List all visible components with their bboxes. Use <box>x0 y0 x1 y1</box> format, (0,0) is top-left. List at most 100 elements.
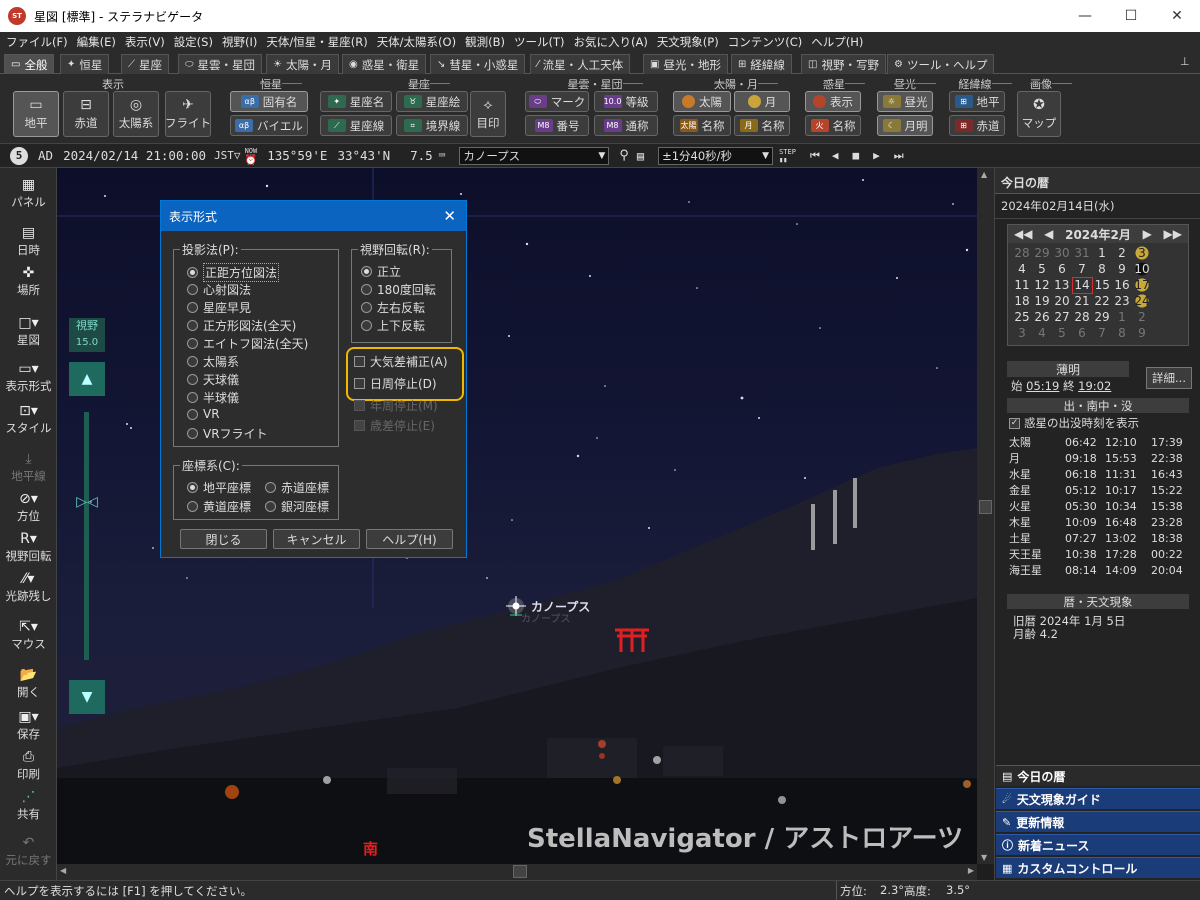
skip-forward-icon[interactable]: ⏭ <box>894 149 904 163</box>
calendar-day[interactable]: 20 <box>1052 293 1072 309</box>
search-icon[interactable]: ⚲ <box>619 148 629 163</box>
location-button[interactable]: ✜ 場所 <box>0 264 57 298</box>
view-rotation-button[interactable]: R▾ 視野回転 <box>0 530 57 564</box>
calendar-day[interactable]: 24 <box>1132 293 1152 309</box>
tab-tools[interactable]: ⚙ ツール・ヘルプ <box>887 54 995 74</box>
menu-phenomena[interactable]: 天文現象(P) <box>657 34 719 50</box>
grid-horizon-button[interactable]: ⊞ 地平 <box>949 91 1005 112</box>
moon-show-button[interactable]: 月 <box>734 91 790 112</box>
coord-radio-ecliptic[interactable]: 黄道座標 <box>187 498 251 515</box>
coord-radio-equatorial[interactable]: 赤道座標 <box>265 479 329 496</box>
star-bayer-button[interactable]: αβ バイエル <box>230 115 308 136</box>
save-button[interactable]: ▣▾ 保存 <box>0 708 57 742</box>
constellation-art-button[interactable]: ♉ 星座絵 <box>396 91 468 112</box>
diurnal-stop-checkbox[interactable]: 日周停止(D) <box>354 375 437 392</box>
menu-tools[interactable]: ツール(T) <box>514 34 565 50</box>
horizontal-scrollbar[interactable]: ◀ ▶ <box>57 864 977 880</box>
projection-radio-planisphere[interactable]: 星座早見 <box>187 299 251 316</box>
calendar-day[interactable]: 28 <box>1072 309 1092 325</box>
step-select[interactable]: ±1分40秒/秒 ▼ <box>658 146 774 165</box>
moon-name-button[interactable]: 月名称 <box>734 115 790 136</box>
menu-field[interactable]: 視野(I) <box>222 34 257 50</box>
nav-custom-control[interactable]: ▦ カスタムコントロール <box>996 857 1200 878</box>
moonlight-button[interactable]: ☾ 月明 <box>877 115 933 136</box>
next-month-icon[interactable]: ▶ <box>1143 227 1152 241</box>
projection-radio-celestial-globe[interactable]: 天球儀 <box>187 371 239 388</box>
skip-back-icon[interactable]: ⏮ <box>810 149 820 163</box>
calendar-day[interactable]: 1 <box>1092 245 1112 261</box>
calendar-day[interactable]: 8 <box>1092 261 1112 277</box>
constellation-marker-button[interactable]: ⟡ 目印 <box>470 91 506 137</box>
detail-button[interactable]: 詳細... <box>1146 367 1192 389</box>
calendar-day[interactable]: 27 <box>1052 309 1072 325</box>
calendar-day[interactable]: 28 <box>1012 245 1032 261</box>
calendar-day[interactable]: 1 <box>1112 309 1132 325</box>
annual-stop-checkbox[interactable]: 年周停止(M) <box>354 397 438 414</box>
display-format-button[interactable]: ▭▾ 表示形式 <box>0 360 57 394</box>
scroll-up-icon[interactable]: ▲ <box>981 170 987 179</box>
tab-comets[interactable]: ↘ 彗星・小惑星 <box>430 54 526 74</box>
tab-grid[interactable]: ⊞ 経緯線 <box>731 54 792 74</box>
nav-phenomena-guide[interactable]: ☄ 天文現象ガイド <box>996 788 1200 809</box>
planet-rise-checkbox[interactable]: ✓ 惑星の出没時刻を表示 <box>1009 415 1139 431</box>
menu-contents[interactable]: コンテンツ(C) <box>728 34 803 50</box>
realtime-badge[interactable]: 5 <box>10 146 28 165</box>
share-button[interactable]: ⋰ 共有 <box>0 788 57 822</box>
atmospheric-refraction-checkbox[interactable]: 大気差補正(A) <box>354 353 448 370</box>
mouse-button[interactable]: ⇱▾ マウス <box>0 618 57 652</box>
rotation-radio-mirror-h[interactable]: 左右反転 <box>361 299 425 316</box>
calendar-day[interactable]: 9 <box>1112 261 1132 277</box>
sun-name-button[interactable]: 太陽 名称 <box>673 115 731 136</box>
now-button[interactable]: NOW ⏰ <box>245 147 258 166</box>
projection-radio-square[interactable]: 正方形図法(全天) <box>187 317 296 334</box>
calendar-day[interactable]: 9 <box>1132 325 1152 341</box>
twilight-end[interactable]: 19:02 <box>1078 379 1111 393</box>
close-window-button[interactable]: ✕ <box>1154 0 1200 32</box>
step-button[interactable]: STEP ▮▮ <box>779 148 796 164</box>
dialog-close-icon[interactable]: ✕ <box>443 207 456 225</box>
calendar-day[interactable]: 26 <box>1032 309 1052 325</box>
tab-general[interactable]: ▭ 全般 <box>4 54 55 74</box>
tab-sun-moon[interactable]: ☀ 太陽・月 <box>266 54 339 74</box>
calendar-day[interactable]: 19 <box>1032 293 1052 309</box>
calendar-day[interactable]: 7 <box>1092 325 1112 341</box>
zoom-in-button[interactable]: ▲ <box>69 362 105 396</box>
prev-year-icon[interactable]: ◀◀ <box>1014 227 1032 241</box>
datetime-field[interactable]: 2024/02/14 21:00:00 <box>63 148 206 163</box>
maximize-button[interactable]: ☐ <box>1108 0 1154 32</box>
open-button[interactable]: 📂 開く <box>0 666 57 700</box>
menu-settings[interactable]: 設定(S) <box>174 34 213 50</box>
calendar-day[interactable]: 8 <box>1112 325 1132 341</box>
minimize-button[interactable]: — <box>1062 0 1108 32</box>
menu-edit[interactable]: 編集(E) <box>77 34 116 50</box>
zoom-slider-track[interactable] <box>84 412 89 660</box>
projection-radio-hemisphere[interactable]: 半球儀 <box>187 389 239 406</box>
constellation-name-button[interactable]: ✦ 星座名 <box>320 91 392 112</box>
calendar-day[interactable]: 13 <box>1052 277 1072 293</box>
vertical-scroll-thumb[interactable] <box>979 500 992 514</box>
tab-meteors[interactable]: ⁄ 流星・人工天体 <box>530 54 631 74</box>
zoom-slider-thumb[interactable]: ▷◁ <box>69 494 105 510</box>
calendar-day[interactable]: 11 <box>1012 277 1032 293</box>
pin-icon[interactable]: ⊥ <box>1180 55 1190 68</box>
calendar-day[interactable]: 30 <box>1052 245 1072 261</box>
calendar-day[interactable]: 23 <box>1112 293 1132 309</box>
stop-icon[interactable]: ■ <box>852 149 859 162</box>
tab-nebula[interactable]: ⬭ 星雲・星団 <box>178 54 263 74</box>
menu-stars[interactable]: 天体/恒星・星座(R) <box>266 34 367 50</box>
tab-stars[interactable]: ✦ 恒星 <box>60 54 110 74</box>
zoom-out-button[interactable]: ▼ <box>69 680 105 714</box>
undo-button[interactable]: ↶ 元に戻す <box>0 834 57 868</box>
scroll-left-icon[interactable]: ◀ <box>60 866 66 875</box>
tab-constellations[interactable]: ⟋ 星座 <box>121 54 169 74</box>
longitude-field[interactable]: 135°59'E <box>267 148 327 163</box>
print-button[interactable]: ⎙ 印刷 <box>0 748 57 782</box>
view-flight-button[interactable]: ✈ フライト <box>165 91 211 137</box>
calendar-day[interactable]: 21 <box>1072 293 1092 309</box>
scroll-right-icon[interactable]: ▶ <box>968 866 974 875</box>
nebula-number-button[interactable]: M8 番号 <box>525 115 589 136</box>
vertical-scrollbar[interactable]: ▲ ▼ <box>977 168 994 864</box>
projection-radio-vr[interactable]: VR <box>187 407 220 421</box>
latitude-field[interactable]: 33°43'N <box>337 148 390 163</box>
play-reverse-icon[interactable]: ◀ <box>832 149 839 162</box>
